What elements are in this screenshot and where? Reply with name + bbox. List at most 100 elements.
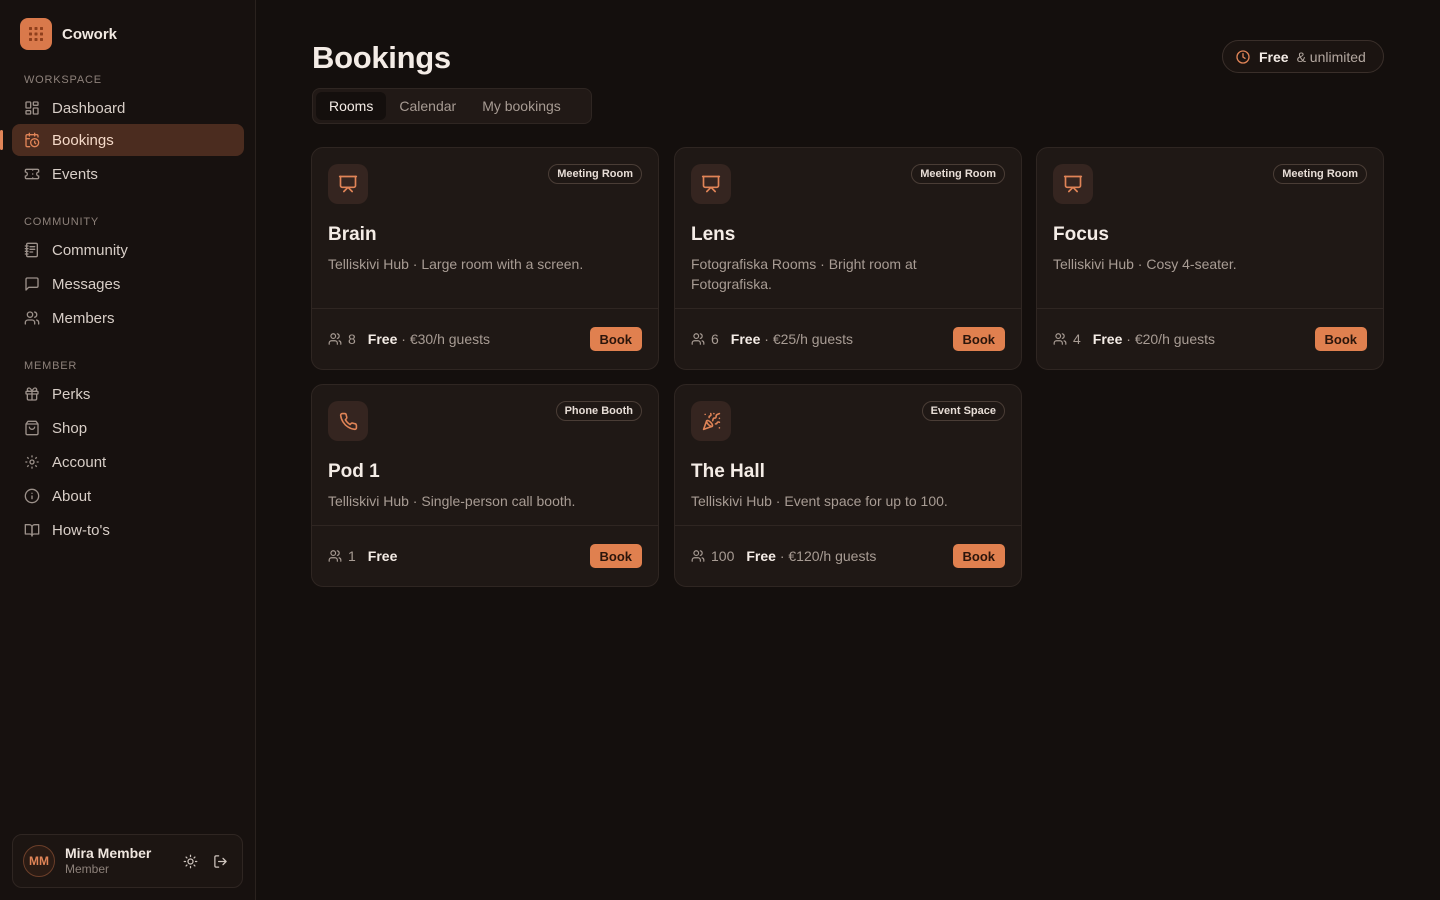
price-free: Free — [367, 331, 398, 347]
room-capacity: 1 — [328, 548, 356, 564]
sidebar-item-label: Dashboard — [52, 99, 126, 117]
users-icon — [328, 549, 342, 563]
user-name: Mira Member — [65, 845, 152, 861]
room-capacity: 4 — [1053, 331, 1081, 347]
section-label-community: COMMUNITY — [24, 216, 100, 228]
card-divider — [312, 525, 658, 526]
room-capacity: 8 — [328, 331, 356, 347]
capacity-value: 6 — [711, 331, 719, 347]
sidebar-item-label: Messages — [52, 275, 121, 293]
room-price: Free · €120/h guests — [746, 548, 876, 564]
room-type-badge: Meeting Room — [911, 164, 1005, 184]
sidebar-nav: WORKSPACE Dashboard Bookings Events COMM… — [0, 70, 256, 546]
calendar-clock-icon — [24, 132, 40, 148]
logo-icon — [20, 18, 52, 50]
logout-button[interactable] — [208, 849, 232, 873]
sidebar-item-bookings[interactable]: Bookings — [0, 124, 244, 156]
users-icon — [691, 332, 705, 346]
room-type-badge: Phone Booth — [555, 401, 642, 421]
room-price: Free · €25/h guests — [731, 331, 853, 347]
book-open-icon — [24, 522, 40, 538]
info-icon — [24, 488, 40, 504]
user-role: Member — [65, 862, 110, 876]
presentation-icon — [691, 164, 731, 204]
book-button[interactable]: Book — [952, 327, 1005, 351]
card-divider — [312, 308, 658, 309]
theme-toggle-button[interactable] — [178, 849, 202, 873]
price-guest: · €120/h guests — [779, 548, 877, 564]
plan-detail: & unlimited — [1296, 48, 1366, 65]
log-out-icon — [213, 854, 228, 869]
room-card-lens: Meeting Room Lens Fotografiska Rooms · B… — [674, 147, 1022, 370]
sidebar-item-perks[interactable]: Perks — [12, 378, 244, 410]
price-free: Free — [1092, 331, 1123, 347]
book-button[interactable]: Book — [1314, 327, 1367, 351]
book-button[interactable]: Book — [589, 544, 642, 568]
sidebar-item-messages[interactable]: Messages — [12, 268, 244, 300]
clock-icon — [1235, 49, 1251, 65]
room-card-the-hall: Event Space The Hall Telliskivi Hub · Ev… — [674, 384, 1022, 587]
room-type-badge: Event Space — [921, 401, 1005, 421]
room-price: Free — [368, 548, 398, 564]
brand[interactable]: Cowork — [20, 18, 117, 50]
user-card[interactable]: MM Mira Member Member — [12, 834, 243, 888]
price-free: Free — [746, 548, 776, 564]
shopping-bag-icon — [24, 420, 40, 436]
sidebar-item-label: Shop — [52, 419, 88, 437]
sidebar-item-about[interactable]: About — [12, 480, 244, 512]
room-capacity: 100 — [691, 548, 734, 564]
message-square-icon — [24, 276, 40, 292]
room-type-badge: Meeting Room — [1273, 164, 1367, 184]
users-icon — [691, 549, 705, 563]
tab-rooms[interactable]: Rooms — [316, 92, 387, 120]
sidebar-item-label: Perks — [52, 385, 91, 403]
card-divider — [1037, 308, 1383, 309]
notebook-icon — [24, 242, 40, 258]
sidebar-item-community[interactable]: Community — [12, 234, 244, 266]
sidebar-item-label: Bookings — [52, 131, 114, 149]
plan-badge[interactable]: Free & unlimited — [1222, 40, 1384, 73]
capacity-value: 8 — [348, 331, 356, 347]
capacity-value: 4 — [1073, 331, 1081, 347]
sidebar-item-dashboard[interactable]: Dashboard — [12, 92, 244, 124]
tab-calendar[interactable]: Calendar — [386, 92, 469, 120]
room-name: Brain — [328, 224, 377, 245]
book-button[interactable]: Book — [589, 327, 642, 351]
tab-my-bookings[interactable]: My bookings — [469, 92, 574, 120]
book-button[interactable]: Book — [952, 544, 1005, 568]
layout-grid-icon — [24, 100, 40, 116]
card-divider — [675, 525, 1021, 526]
ticket-icon — [24, 166, 40, 182]
sidebar-item-how-tos[interactable]: How-to's — [12, 514, 244, 546]
gear-icon — [24, 454, 40, 470]
sidebar-item-shop[interactable]: Shop — [12, 412, 244, 444]
sidebar-item-label: Community — [52, 241, 128, 259]
sidebar-item-label: Account — [52, 453, 107, 471]
avatar: MM — [23, 845, 55, 877]
view-tabs: Rooms Calendar My bookings — [312, 88, 592, 124]
room-name: Pod 1 — [328, 461, 380, 482]
room-card-focus: Meeting Room Focus Telliskivi Hub · Cosy… — [1036, 147, 1384, 370]
sidebar: Cowork WORKSPACE Dashboard Bookings Even… — [0, 0, 256, 900]
price-free: Free — [367, 548, 398, 564]
section-label-workspace: WORKSPACE — [24, 74, 102, 86]
card-divider — [675, 308, 1021, 309]
sidebar-item-events[interactable]: Events — [12, 158, 244, 190]
price-guest: · €25/h guests — [764, 331, 853, 347]
price-free: Free — [730, 331, 761, 347]
room-description: Telliskivi Hub · Large room with a scree… — [328, 256, 584, 272]
users-icon — [24, 310, 40, 326]
page-title: Bookings — [312, 40, 451, 75]
room-description: Fotografiska Rooms · Bright room at Foto… — [691, 256, 917, 292]
sidebar-item-members[interactable]: Members — [12, 302, 244, 334]
sidebar-item-label: How-to's — [52, 521, 110, 539]
room-price: Free · €30/h guests — [368, 331, 490, 347]
presentation-icon — [328, 164, 368, 204]
price-guest: · €20/h guests — [1126, 331, 1215, 347]
gift-icon — [24, 386, 40, 402]
capacity-value: 1 — [348, 548, 356, 564]
room-name: Lens — [691, 224, 736, 245]
sidebar-item-account[interactable]: Account — [12, 446, 244, 478]
room-name: The Hall — [691, 461, 765, 482]
room-card-brain: Meeting Room Brain Telliskivi Hub · Larg… — [311, 147, 659, 370]
